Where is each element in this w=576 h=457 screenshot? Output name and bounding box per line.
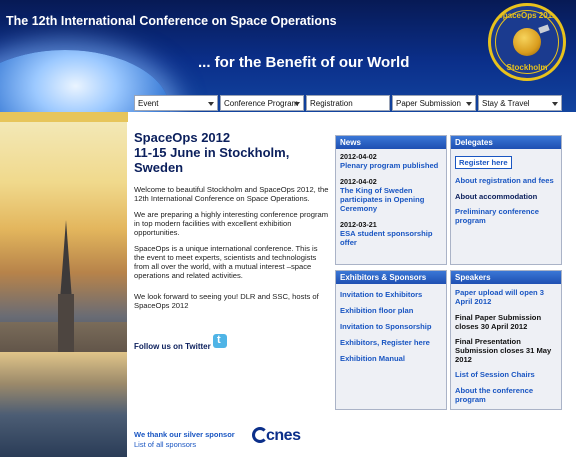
- exhibitors-panel: Exhibitors & Sponsors Invitation to Exhi…: [335, 270, 447, 410]
- intro-title: SpaceOps 2012: [134, 130, 231, 145]
- main-nav: Event Conference Program Registration Pa…: [134, 95, 562, 111]
- speakers-link[interactable]: About the conference program: [455, 386, 557, 404]
- final-paper-deadline: Final Paper Submission closes 30 April 2…: [455, 313, 542, 331]
- speakers-panel: Speakers Paper upload will open 3 April …: [450, 270, 562, 410]
- delegates-panel: Delegates Register here About registrati…: [450, 135, 562, 265]
- nav-label: Conference Program: [224, 99, 299, 108]
- twitter-icon[interactable]: [213, 334, 227, 348]
- news-date: 2012-04-02: [340, 177, 377, 186]
- speakers-link[interactable]: List of Session Chairs: [455, 370, 557, 379]
- exhibitors-link[interactable]: Exhibitors, Register here: [340, 338, 442, 347]
- delegates-link[interactable]: Preliminary conference program: [455, 207, 557, 225]
- nav-conference-program[interactable]: Conference Program: [220, 95, 304, 111]
- news-link[interactable]: The King of Sweden participates in Openi…: [340, 186, 442, 213]
- logo-globe-icon: [513, 28, 541, 56]
- page: The 12th International Conference on Spa…: [0, 0, 576, 457]
- delegates-link[interactable]: About registration and fees: [455, 176, 557, 185]
- exhibitors-link[interactable]: Exhibition Manual: [340, 354, 442, 363]
- twitter-follow-link[interactable]: Follow us on Twitter: [134, 342, 211, 351]
- exhibitors-panel-title: Exhibitors & Sponsors: [336, 271, 446, 284]
- dropdown-arrow-icon: [552, 102, 558, 106]
- spaceops-logo[interactable]: SpaceOps 2012 Stockholm: [488, 3, 566, 81]
- delegates-panel-title: Delegates: [451, 136, 561, 149]
- intro-section: SpaceOps 2012 11-15 June in Stockholm, S…: [134, 130, 330, 317]
- nav-event[interactable]: Event: [134, 95, 218, 111]
- intro-paragraph: SpaceOps is a unique international confe…: [134, 244, 318, 280]
- news-link[interactable]: Plenary program published: [340, 161, 442, 170]
- photo-church-tower: [58, 294, 74, 354]
- sponsor-list-link[interactable]: List of all sponsors: [134, 440, 196, 449]
- nav-label: Registration: [310, 99, 353, 108]
- news-date: 2012-03-21: [340, 220, 377, 229]
- final-presentation-deadline: Final Presentation Submission closes 31 …: [455, 337, 552, 364]
- header-accent-strip: [0, 112, 128, 122]
- news-panel: News 2012-04-02 Plenary program publishe…: [335, 135, 447, 265]
- stockholm-photo: [0, 122, 127, 457]
- dropdown-arrow-icon: [208, 102, 214, 106]
- site-title: The 12th International Conference on Spa…: [6, 14, 337, 28]
- intro-paragraph: We are preparing a highly interesting co…: [134, 210, 329, 237]
- intro-paragraph: Welcome to beautiful Stockholm and Space…: [134, 185, 329, 203]
- exhibitors-link[interactable]: Invitation to Sponsorship: [340, 322, 442, 331]
- nav-stay-travel[interactable]: Stay & Travel: [478, 95, 562, 111]
- logo-bottom-text: Stockholm: [506, 63, 548, 72]
- register-button[interactable]: Register here: [455, 156, 512, 169]
- exhibitors-link[interactable]: Exhibition floor plan: [340, 306, 442, 315]
- nav-label: Paper Submission: [396, 99, 461, 108]
- nav-label: Event: [138, 99, 159, 108]
- exhibitors-link[interactable]: Invitation to Exhibitors: [340, 290, 442, 299]
- cnes-logo-text[interactable]: cnes: [266, 427, 301, 445]
- speakers-panel-title: Speakers: [451, 271, 561, 284]
- news-panel-title: News: [336, 136, 446, 149]
- sponsor-thanks-link[interactable]: We thank our silver sponsor: [134, 430, 235, 439]
- intro-dates: 11-15 June in Stockholm, Sweden: [134, 145, 290, 175]
- paper-upload-link[interactable]: Paper upload will open 3 April 2012: [455, 288, 557, 306]
- photo-water: [0, 352, 127, 457]
- site-tagline: ... for the Benefit of our World: [198, 54, 410, 71]
- nav-registration[interactable]: Registration: [306, 95, 390, 111]
- dropdown-arrow-icon: [294, 102, 300, 106]
- photo-church-spire: [60, 220, 72, 300]
- nav-paper-submission[interactable]: Paper Submission: [392, 95, 476, 111]
- news-link[interactable]: ESA student sponsorship offer: [340, 229, 442, 247]
- intro-paragraph: We look forward to seeing you! DLR and S…: [134, 292, 319, 310]
- logo-top-text: SpaceOps 2012: [497, 11, 557, 20]
- news-date: 2012-04-02: [340, 152, 377, 161]
- nav-label: Stay & Travel: [482, 99, 530, 108]
- delegates-link[interactable]: About accommodation: [455, 192, 557, 201]
- dropdown-arrow-icon: [466, 102, 472, 106]
